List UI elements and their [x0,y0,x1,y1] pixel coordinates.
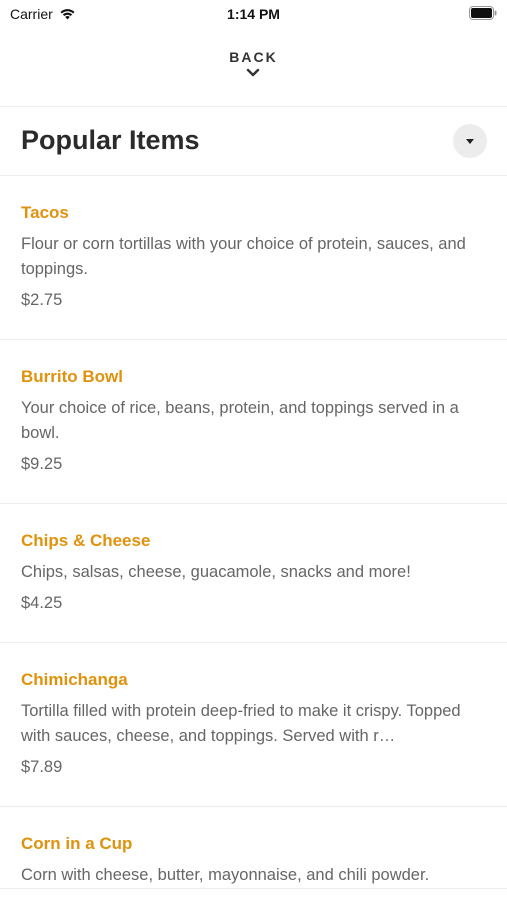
item-description: Your choice of rice, beans, protein, and… [21,399,459,442]
item-name: Corn in a Cup [21,834,133,853]
menu-list: Tacos Flour or corn tortillas with your … [0,175,507,901]
item-description: Corn with cheese, butter, mayonnaise, an… [21,866,430,884]
item-price: $9.25 [21,455,63,473]
item-name: Chimichanga [21,670,128,689]
list-item[interactable]: Corn in a Cup Corn with cheese, butter, … [0,807,507,889]
item-name: Chips & Cheese [21,531,151,550]
back-label: BACK [229,49,278,65]
caret-down-icon [466,138,474,144]
list-item[interactable]: Chimichanga Tortilla filled with protein… [0,643,507,807]
item-description: Chips, salsas, cheese, guacamole, snacks… [21,563,411,581]
item-price: $7.89 [21,758,63,776]
back-button[interactable]: BACK [229,48,277,78]
section-header: Popular Items [0,107,507,175]
battery-icon [469,6,497,25]
item-description: Flour or corn tortillas with your choice… [21,235,466,278]
item-price: $2.75 [21,291,63,309]
status-bar: Carrier 1:14 PM [0,0,507,28]
chevron-down-icon [247,68,260,77]
list-item[interactable]: Chips & Cheese Chips, salsas, cheese, gu… [0,504,507,643]
item-price: $4.25 [21,594,63,612]
dropdown-button[interactable] [453,124,487,158]
list-item[interactable]: Burrito Bowl Your choice of rice, beans,… [0,340,507,504]
status-time: 1:14 PM [227,6,280,22]
page-title: Popular Items [21,125,200,155]
item-description: Tortilla filled with protein deep-fried … [21,702,461,745]
item-name: Tacos [21,203,69,222]
back-area: BACK [0,48,507,78]
item-name: Burrito Bowl [21,367,123,386]
list-item[interactable]: Tacos Flour or corn tortillas with your … [0,176,507,340]
